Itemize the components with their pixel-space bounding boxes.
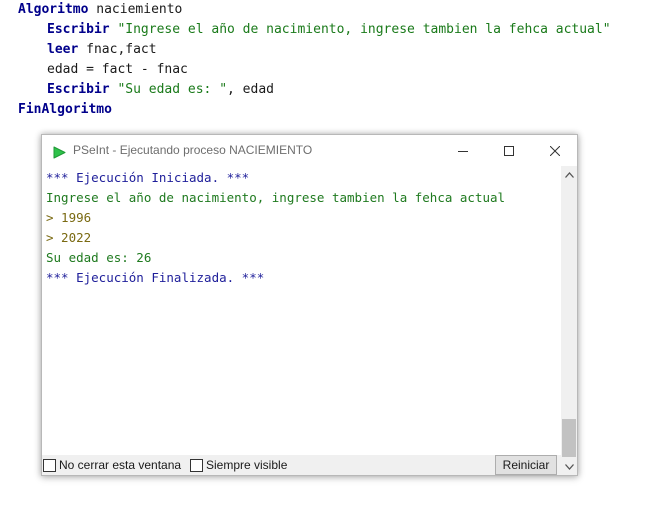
- code-text: naciemiento: [88, 2, 183, 17]
- chevron-up-icon: [564, 171, 574, 178]
- maximize-button[interactable]: [486, 135, 532, 166]
- scroll-thumb[interactable]: [562, 419, 576, 457]
- code-line-1: Algoritmo naciemiento: [18, 0, 182, 20]
- keep-open-label: No cerrar esta ventana: [59, 458, 182, 472]
- code-line-2: Escribir "Ingrese el año de nacimiento, …: [47, 20, 611, 40]
- code-keyword: FinAlgoritmo: [18, 102, 112, 117]
- code-keyword: leer: [47, 42, 79, 57]
- close-button[interactable]: [532, 135, 578, 166]
- pseint-app-icon: [53, 144, 66, 159]
- console-line-end: *** Ejecución Finalizada. ***: [46, 270, 265, 285]
- code-text: , edad: [227, 82, 274, 97]
- code-editor[interactable]: Algoritmo naciemiento Escribir "Ingrese …: [0, 0, 661, 130]
- maximize-icon: [504, 145, 514, 156]
- window-bottom-bar: No cerrar esta ventana Siempre visible R…: [42, 455, 561, 475]
- code-keyword: Algoritmo: [18, 2, 89, 17]
- code-text: fnac,fact: [78, 42, 157, 57]
- window-title: PSeInt - Ejecutando proceso NACIEMIENTO: [73, 143, 313, 157]
- chevron-down-icon: [564, 463, 574, 470]
- restart-button[interactable]: Reiniciar: [495, 455, 557, 475]
- console-line-start: *** Ejecución Iniciada. ***: [46, 170, 250, 185]
- console-line-input: > 2022: [46, 230, 92, 245]
- always-visible-label: Siempre visible: [206, 458, 288, 472]
- code-line-3: leer fnac,fact: [47, 40, 157, 60]
- execution-window[interactable]: PSeInt - Ejecutando proceso NACIEMIENTO …: [41, 134, 578, 476]
- code-keyword: Escribir: [47, 22, 110, 37]
- code-keyword: Escribir: [47, 82, 110, 97]
- console-line-result: Su edad es: 26: [46, 250, 152, 265]
- console-line-input: > 1996: [46, 210, 92, 225]
- scroll-up-button[interactable]: [561, 166, 577, 183]
- close-icon: [550, 145, 560, 156]
- code-line-5: Escribir "Su edad es: ", edad: [47, 80, 274, 100]
- always-visible-checkbox[interactable]: Siempre visible: [190, 458, 287, 472]
- code-string: "Su edad es: ": [109, 82, 228, 97]
- window-titlebar[interactable]: PSeInt - Ejecutando proceso NACIEMIENTO: [42, 135, 577, 166]
- code-text: edad = fact - fnac: [47, 62, 188, 77]
- code-line-6: FinAlgoritmo: [18, 100, 112, 120]
- scroll-down-button[interactable]: [561, 458, 577, 475]
- console-line-prompt: Ingrese el año de nacimiento, ingrese ta…: [46, 190, 506, 205]
- code-string: "Ingrese el año de nacimiento, ingrese t…: [109, 22, 611, 37]
- minimize-button[interactable]: [440, 135, 486, 166]
- code-line-4: edad = fact - fnac: [47, 60, 188, 80]
- console-output[interactable]: *** Ejecución Iniciada. *** Ingrese el a…: [43, 166, 561, 457]
- checkbox-box[interactable]: [190, 458, 203, 472]
- keep-open-checkbox[interactable]: No cerrar esta ventana: [43, 458, 181, 472]
- checkbox-box[interactable]: [43, 458, 56, 472]
- vertical-scrollbar[interactable]: [561, 166, 577, 475]
- minimize-icon: [458, 150, 468, 152]
